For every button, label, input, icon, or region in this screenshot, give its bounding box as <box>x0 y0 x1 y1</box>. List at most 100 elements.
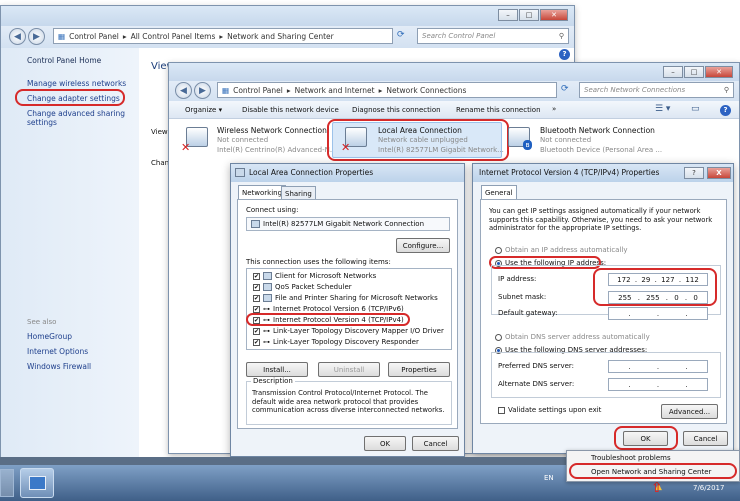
lac-title: Local Area Connection Properties <box>249 168 374 177</box>
troubleshoot-menu-item[interactable]: Troubleshoot problems <box>591 454 671 462</box>
nc-minimize-button[interactable]: – <box>663 66 683 78</box>
language-indicator[interactable]: EN <box>544 474 554 482</box>
taskbar-pinned-item[interactable] <box>0 469 14 497</box>
forward-button[interactable]: ▶ <box>28 28 45 45</box>
preferred-dns-input[interactable]: ... <box>608 360 708 373</box>
highlight-ok-button <box>614 426 678 450</box>
alternate-dns-label: Alternate DNS server: <box>498 380 575 388</box>
install-button[interactable]: Install... <box>246 362 308 377</box>
ip-address-label: IP address: <box>498 275 537 283</box>
lac-cancel-button[interactable]: Cancel <box>412 436 459 451</box>
desktop-background <box>575 0 740 60</box>
items-list: ✔ Client for Microsoft Networks ✔ QoS Pack… <box>246 268 452 350</box>
item-checkbox[interactable]: ✔ <box>253 294 260 302</box>
refresh-icon[interactable]: ⟳ <box>397 30 405 40</box>
item-checkbox[interactable]: ✔ <box>253 272 260 280</box>
minimize-button[interactable]: – <box>498 9 518 21</box>
properties-button[interactable]: Properties <box>388 362 450 377</box>
windows-firewall-link[interactable]: Windows Firewall <box>27 362 91 371</box>
internet-options-link[interactable]: Internet Options <box>27 347 88 356</box>
breadcrumb-2[interactable]: Network and Sharing Center <box>227 32 334 41</box>
ipv4-close-button[interactable]: X <box>707 167 731 179</box>
nc-close-button[interactable]: ✕ <box>705 66 733 78</box>
view-options-icon[interactable]: ☰ ▾ <box>655 104 670 114</box>
nc-breadcrumb-1[interactable]: Network and Internet <box>295 86 375 95</box>
close-button[interactable]: ✕ <box>540 9 568 21</box>
wireless-adapter-name[interactable]: Wireless Network Connection <box>217 126 327 135</box>
item-checkbox[interactable]: ✔ <box>253 305 260 313</box>
general-tab-panel: You can get IP settings assigned automat… <box>480 199 727 424</box>
tab-networking[interactable]: Networking <box>238 185 287 199</box>
nc-title-bar: – □ ✕ <box>169 63 739 81</box>
highlight-open-network-center <box>569 463 737 479</box>
tab-general[interactable]: General <box>481 185 517 199</box>
validate-checkbox[interactable]: Validate settings upon exit <box>498 406 601 414</box>
nc-breadcrumb-2[interactable]: Network Connections <box>386 86 466 95</box>
nc-control-panel-icon: ▦ <box>222 85 230 95</box>
nc-search-box[interactable]: Search Network Connections ⚲ <box>579 82 734 98</box>
more-button[interactable]: » <box>552 105 556 113</box>
nc-refresh-icon[interactable]: ⟳ <box>561 84 569 94</box>
search-placeholder: Search Control Panel <box>422 32 496 40</box>
auto-ip-radio[interactable]: Obtain an IP address automatically <box>495 246 628 254</box>
breadcrumb-0[interactable]: Control Panel <box>69 32 119 41</box>
nc-maximize-button[interactable]: □ <box>684 66 704 78</box>
homegroup-link[interactable]: HomeGroup <box>27 332 72 341</box>
diagnose-button[interactable]: Diagnose this connection <box>352 106 441 114</box>
item-checkbox[interactable]: ✔ <box>253 338 260 346</box>
adapter-name-box: Intel(R) 82577LM Gigabit Network Connect… <box>246 217 450 231</box>
highlight-ipv4-item <box>246 313 410 326</box>
list-item[interactable]: ✔ ⊶ Link-Layer Topology Discovery Responde… <box>253 338 419 346</box>
breadcrumb-1[interactable]: All Control Panel Items <box>131 32 216 41</box>
organize-button[interactable]: Organize ▾ <box>185 106 222 114</box>
gateway-input[interactable]: ... <box>608 307 708 320</box>
intro-text: You can get IP settings assigned automat… <box>489 207 713 232</box>
list-item[interactable]: ✔ Client for Microsoft Networks <box>253 272 376 280</box>
nc-search-placeholder: Search Network Connections <box>584 86 686 94</box>
ipv4-cancel-button[interactable]: Cancel <box>683 431 728 446</box>
highlight-local-area-connection <box>327 119 509 161</box>
help-icon[interactable]: ? <box>559 49 570 60</box>
auto-ip-radio-dot[interactable] <box>495 246 502 254</box>
list-item[interactable]: ✔ File and Printer Sharing for Microsoft … <box>253 294 438 302</box>
advanced-button[interactable]: Advanced... <box>661 404 718 419</box>
address-bar[interactable]: ▦ Control Panel ▸ All Control Panel Item… <box>53 28 393 44</box>
auto-dns-radio-dot <box>495 333 502 341</box>
nc-forward-button[interactable]: ▶ <box>194 82 211 99</box>
manage-wireless-link[interactable]: Manage wireless networks <box>27 79 126 88</box>
maximize-button[interactable]: □ <box>519 9 539 21</box>
control-panel-taskbar-button[interactable] <box>20 468 54 498</box>
nc-help-icon[interactable]: ? <box>720 105 731 116</box>
bluetooth-adapter-name[interactable]: Bluetooth Network Connection <box>540 126 655 135</box>
search-box[interactable]: Search Control Panel ⚲ <box>417 28 569 44</box>
highlight-ip-fields <box>593 268 717 306</box>
item-checkbox[interactable]: ✔ <box>253 327 260 335</box>
protocol-icon: ⊶ <box>263 338 270 346</box>
preview-pane-icon[interactable]: ▭ <box>691 104 700 114</box>
wireless-disconnected-icon: ✕ <box>181 141 191 154</box>
tab-sharing[interactable]: Sharing <box>281 186 316 200</box>
list-item[interactable]: ✔ ⊶ Link-Layer Topology Discovery Mapper I… <box>253 327 444 335</box>
protocol-icon: ⊶ <box>263 327 270 335</box>
lac-ok-button[interactable]: OK <box>364 436 406 451</box>
alternate-dns-input[interactable]: ... <box>608 378 708 391</box>
lac-title-bar: Local Area Connection Properties <box>231 164 464 182</box>
change-advanced-link[interactable]: Change advanced sharing settings <box>27 109 127 127</box>
back-button[interactable]: ◀ <box>9 28 26 45</box>
nc-breadcrumb-0[interactable]: Control Panel <box>233 86 283 95</box>
wireless-adapter-status: Not connected <box>217 136 269 144</box>
disable-device-button[interactable]: Disable this network device <box>242 106 339 114</box>
items-label: This connection uses the following items… <box>246 258 391 266</box>
list-item[interactable]: ✔ ⊶ Internet Protocol Version 6 (TCP/IPv6) <box>253 305 404 313</box>
configure-button[interactable]: Configure... <box>396 238 450 253</box>
list-item[interactable]: ✔ QoS Packet Scheduler <box>253 283 352 291</box>
sidebar-home-link[interactable]: Control Panel Home <box>27 56 101 65</box>
connect-using-label: Connect using: <box>246 206 299 214</box>
nc-back-button[interactable]: ◀ <box>175 82 192 99</box>
validate-checkbox-box[interactable] <box>498 406 505 414</box>
nc-address-bar[interactable]: ▦ Control Panel ▸ Network and Internet ▸… <box>217 82 557 98</box>
ipv4-help-button[interactable]: ? <box>684 167 704 179</box>
rename-button[interactable]: Rename this connection <box>456 106 541 114</box>
see-also-label: See also <box>27 318 57 326</box>
item-checkbox[interactable]: ✔ <box>253 283 260 291</box>
